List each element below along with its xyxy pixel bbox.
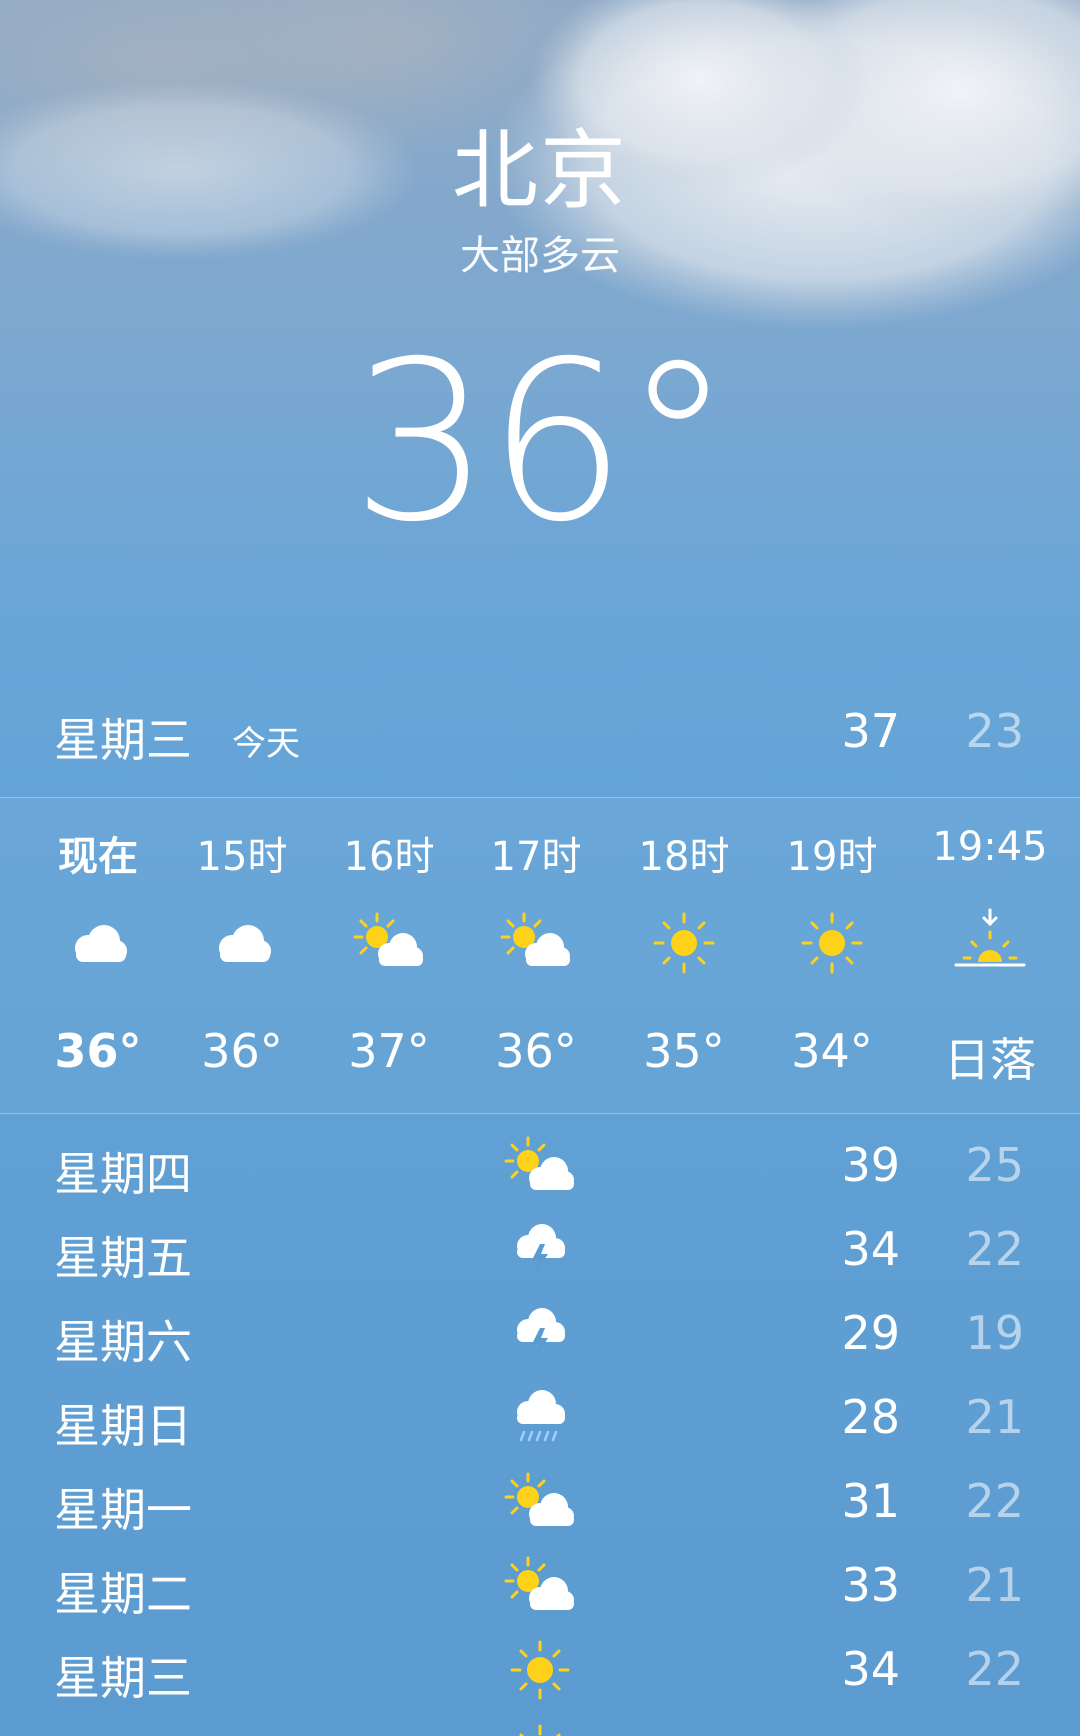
day-high-temp: 34 xyxy=(841,1642,900,1696)
sun-icon xyxy=(500,1638,580,1702)
city-name: 北京 xyxy=(452,121,628,221)
hour-temperature: 36° xyxy=(201,1024,283,1078)
day-low-temp: 19 xyxy=(965,1306,1024,1360)
hourly-item-now: 现在 36° xyxy=(24,798,172,1113)
day-low-temp: 22 xyxy=(965,1222,1024,1276)
day-name: 星期五 xyxy=(54,1231,192,1285)
hourly-item: 19时 34° xyxy=(758,798,906,1113)
sun-icon xyxy=(500,1722,580,1736)
daily-row: 星期一 31 22 xyxy=(0,1460,1080,1544)
day-high-temp: 29 xyxy=(841,1306,900,1360)
thunderstorm-icon xyxy=(500,1218,580,1282)
partly-sunny-icon xyxy=(500,1134,580,1198)
hour-label: 15时 xyxy=(196,834,288,880)
cloud-icon xyxy=(58,908,138,978)
sunset-icon xyxy=(950,908,1030,978)
hour-label: 19:45 xyxy=(932,824,1048,870)
hour-temperature: 35° xyxy=(643,1024,725,1078)
day-high-temp: 33 xyxy=(841,1558,900,1612)
day-high-temp: 39 xyxy=(841,1138,900,1192)
rain-icon xyxy=(500,1386,580,1450)
daily-row: 星期六 29 19 xyxy=(0,1292,1080,1376)
today-high-temp: 37 xyxy=(841,704,900,758)
hourly-item: 15时 36° xyxy=(168,798,316,1113)
day-name: 星期二 xyxy=(54,1567,192,1621)
day-low-temp: 21 xyxy=(965,1390,1024,1444)
daily-row: 星期三 34 22 xyxy=(0,1628,1080,1712)
hourly-item-sunset: 19:45 日落 xyxy=(916,798,1064,1113)
hour-label: 18时 xyxy=(638,834,730,880)
hourly-item: 16时 37° xyxy=(315,798,463,1113)
partly-sunny-icon xyxy=(349,908,429,978)
hour-label: 现在 xyxy=(58,834,138,880)
hour-label: 19时 xyxy=(786,834,878,880)
daily-row: 星期日 28 21 xyxy=(0,1376,1080,1460)
day-high-temp: 28 xyxy=(841,1390,900,1444)
day-name: 星期一 xyxy=(54,1483,192,1537)
hour-temperature: 37° xyxy=(348,1024,430,1078)
partly-sunny-icon xyxy=(496,908,576,978)
hourly-item: 17时 36° xyxy=(462,798,610,1113)
daily-row: 星期四 xyxy=(0,1712,1080,1736)
weather-header: 北京 大部多云 36° xyxy=(0,0,1080,620)
day-low-temp: 22 xyxy=(965,1474,1024,1528)
day-name: 星期三 xyxy=(54,1651,192,1705)
partly-sunny-icon xyxy=(500,1554,580,1618)
cloud-icon xyxy=(202,908,282,978)
daily-row: 星期五 34 22 xyxy=(0,1208,1080,1292)
today-summary-row: 星期三 今天 37 23 xyxy=(0,690,1080,790)
daily-row: 星期二 33 21 xyxy=(0,1544,1080,1628)
hour-label: 16时 xyxy=(343,834,435,880)
today-label: 今天 xyxy=(232,724,300,764)
sunset-label: 日落 xyxy=(944,1033,1036,1087)
day-low-temp: 22 xyxy=(965,1642,1024,1696)
thunderstorm-icon xyxy=(500,1302,580,1366)
day-high-temp: 31 xyxy=(841,1474,900,1528)
day-name: 星期六 xyxy=(54,1315,192,1369)
day-name: 星期四 xyxy=(54,1726,192,1736)
day-name: 星期四 xyxy=(54,1147,192,1201)
partly-sunny-icon xyxy=(500,1470,580,1534)
daily-row: 星期四 39 25 xyxy=(0,1124,1080,1208)
hour-temperature: 34° xyxy=(791,1024,873,1078)
sun-icon xyxy=(644,908,724,978)
day-name: 星期日 xyxy=(54,1399,192,1453)
weather-condition: 大部多云 xyxy=(460,233,620,279)
divider xyxy=(0,1113,1080,1114)
daily-forecast[interactable]: 星期四 39 25 星期五 34 22 星期六 29 19 星期日 28 21 … xyxy=(0,1124,1080,1736)
hourly-forecast[interactable]: 现在 36° 15时 36° 16时 37° 17时 36° 18时 35° 1… xyxy=(0,798,1080,1113)
current-temperature: 36° xyxy=(351,314,733,570)
day-low-temp: 25 xyxy=(965,1138,1024,1192)
today-low-temp: 23 xyxy=(965,704,1024,758)
day-low-temp: 21 xyxy=(965,1558,1024,1612)
day-high-temp: 34 xyxy=(841,1222,900,1276)
hourly-item: 18时 35° xyxy=(610,798,758,1113)
hour-temperature: 36° xyxy=(495,1024,577,1078)
hour-temperature: 36° xyxy=(54,1024,142,1078)
sun-icon xyxy=(792,908,872,978)
hour-label: 17时 xyxy=(490,834,582,880)
today-day-name: 星期三 xyxy=(54,713,192,767)
